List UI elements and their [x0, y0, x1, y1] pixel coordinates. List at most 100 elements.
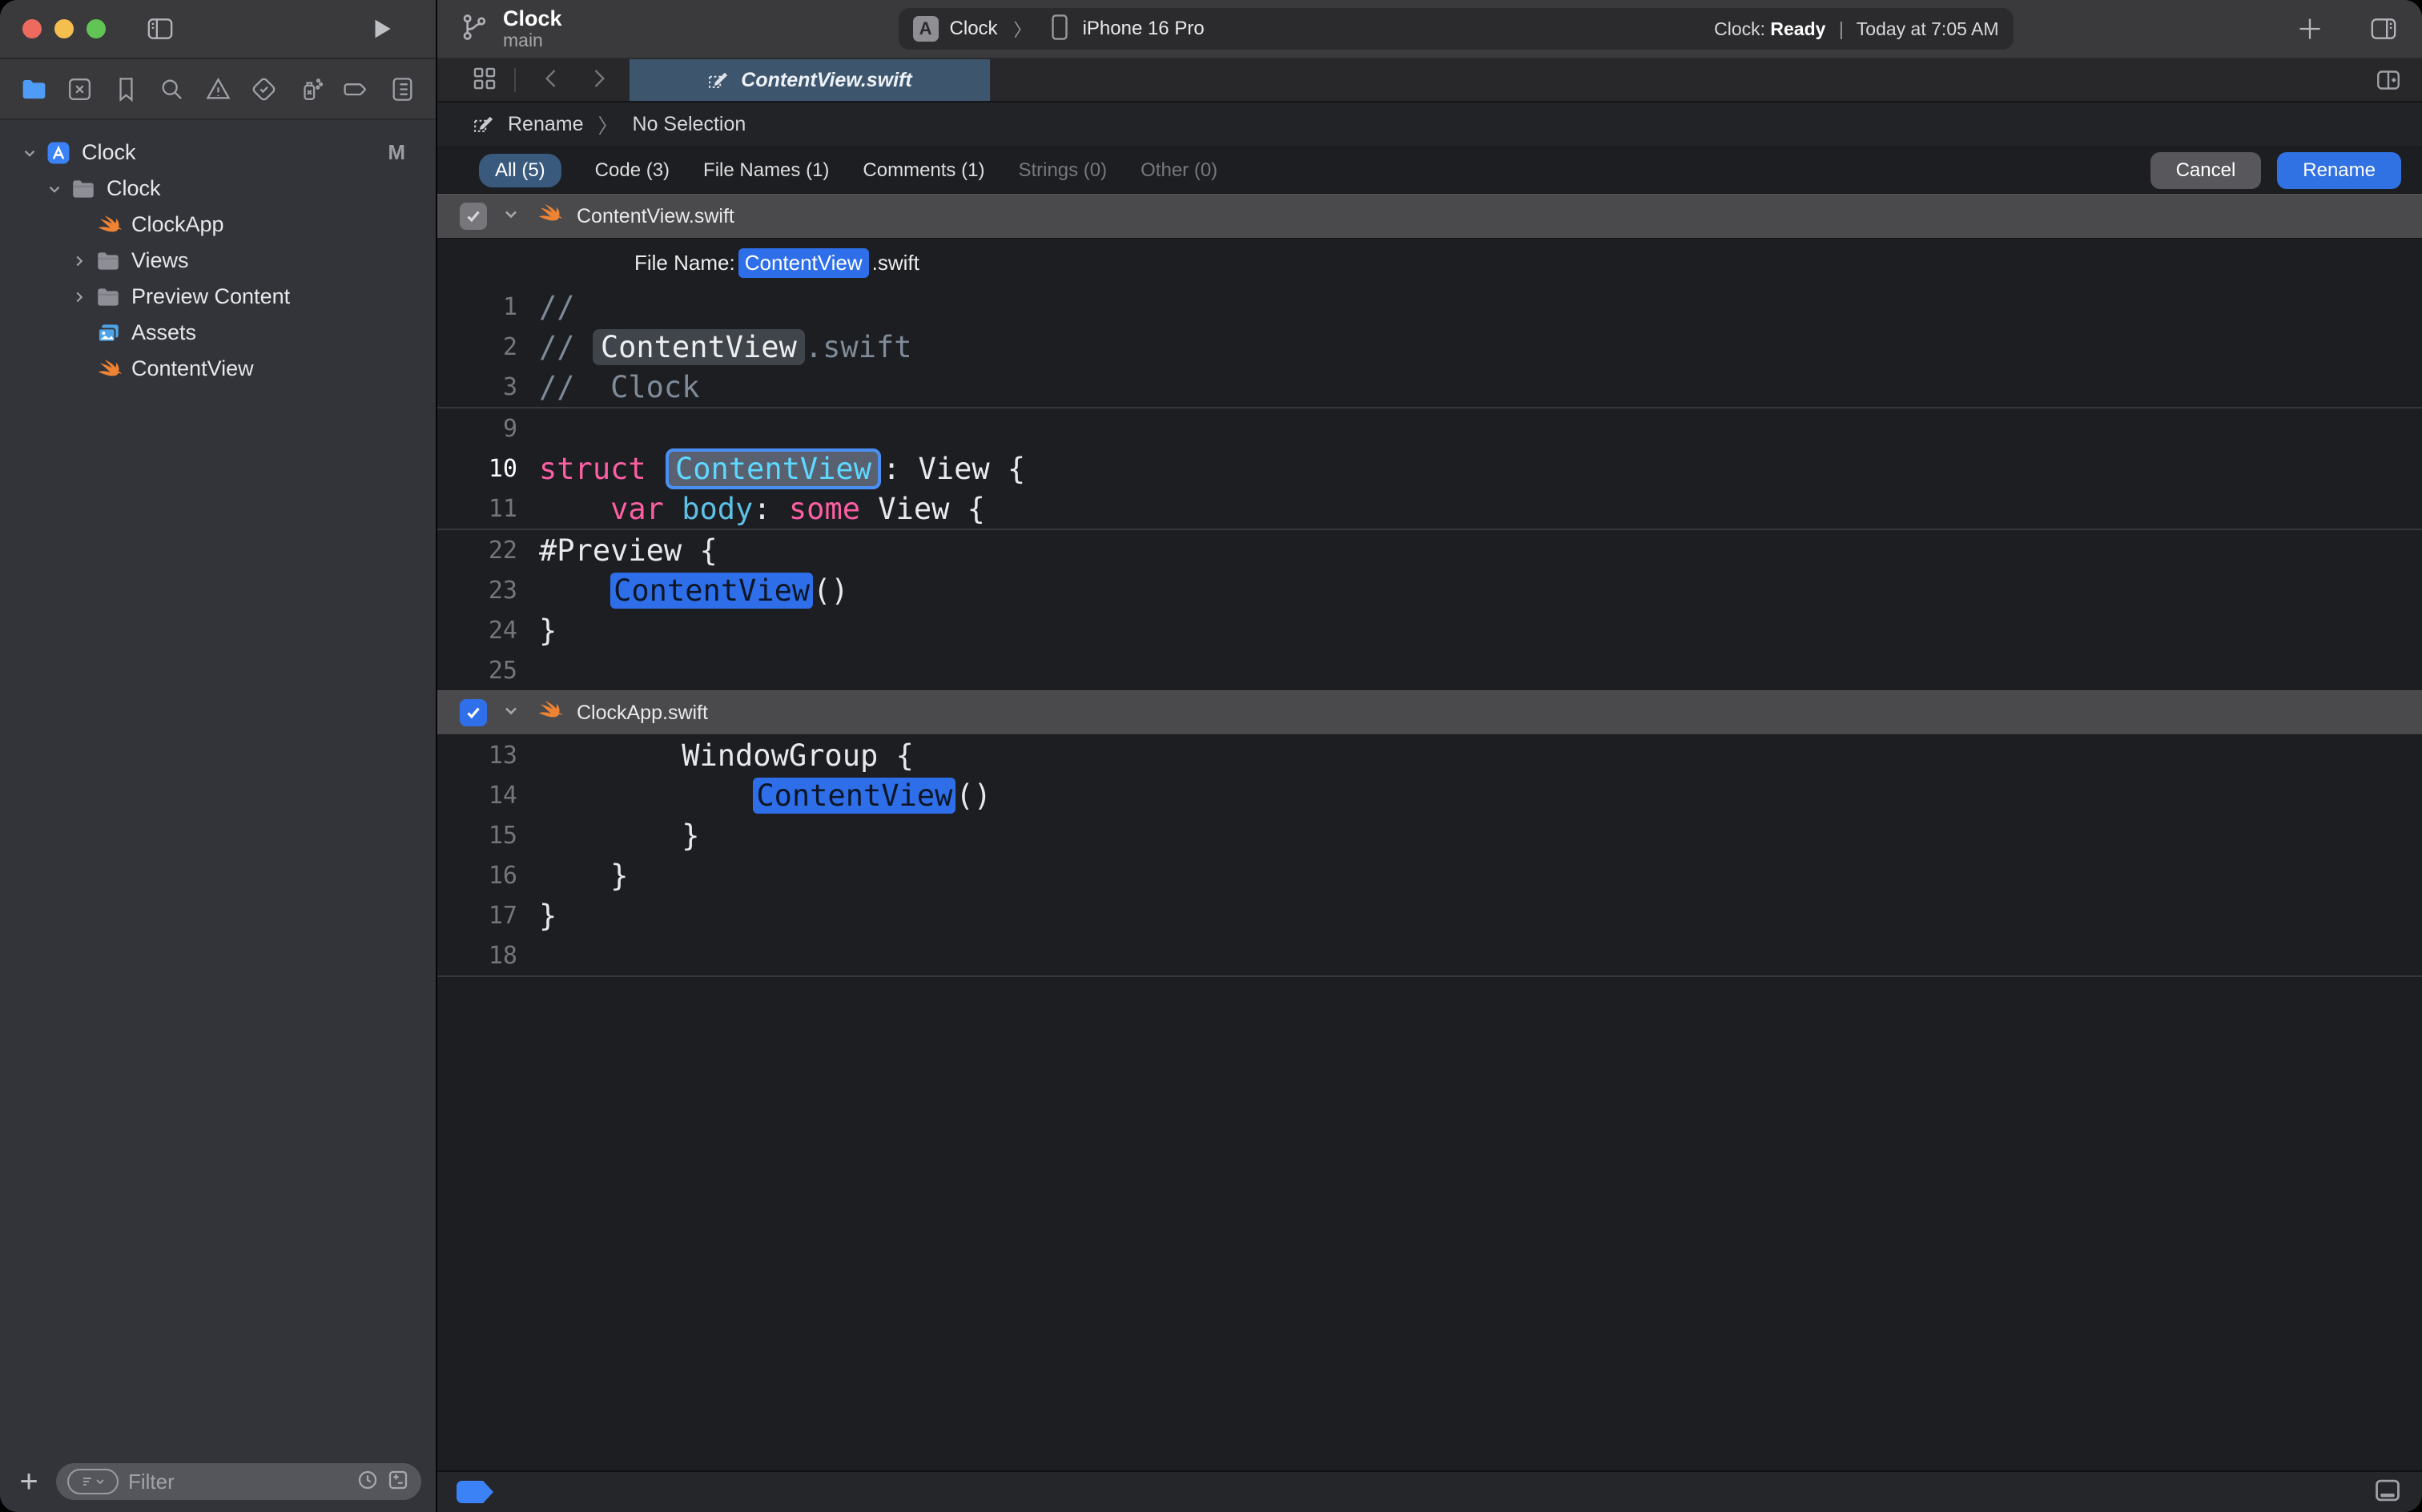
tree-item-contentview[interactable]: ContentView	[0, 351, 436, 387]
rename-occurrence[interactable]: ContentView	[753, 778, 956, 814]
code-line: 16 }	[437, 855, 2422, 895]
tree-item-preview-content[interactable]: Preview Content	[0, 279, 436, 315]
tree-item-clock[interactable]: ClockM	[0, 135, 436, 171]
line-number: 1	[437, 293, 517, 321]
filter-options-icon[interactable]	[67, 1469, 119, 1494]
include-file-checkbox[interactable]	[460, 699, 487, 726]
inspector-toggle-icon[interactable]	[2366, 11, 2401, 46]
tree-item-label: Assets	[131, 320, 196, 345]
file-name-highlight[interactable]: ContentView	[738, 248, 869, 278]
status-state: Ready	[1770, 18, 1825, 39]
rename-occurrence[interactable]: ContentView	[593, 329, 805, 365]
tree-item-label: Clock	[107, 176, 161, 201]
scope-file[interactable]: File Names (1)	[703, 154, 829, 187]
run-button[interactable]	[364, 11, 399, 46]
chevron-right-icon[interactable]	[69, 252, 90, 270]
add-item-button[interactable]: +	[14, 1466, 43, 1498]
code-text: #Preview {	[517, 533, 718, 568]
file-section-header[interactable]: ClockApp.swift	[437, 690, 2422, 735]
editor-overview-icon[interactable]	[471, 65, 498, 96]
code-text: }	[517, 859, 628, 893]
scope-comments[interactable]: Comments (1)	[863, 154, 984, 187]
jump-bar-context[interactable]: No Selection	[633, 113, 746, 136]
minimize-window-button[interactable]	[54, 19, 74, 38]
chevron-down-icon[interactable]	[44, 180, 65, 198]
status-app: Clock:	[1714, 18, 1765, 39]
rename-field[interactable]: ContentView	[666, 448, 881, 489]
filter-field[interactable]: Filter	[56, 1463, 421, 1500]
rename-button[interactable]: Rename	[2277, 152, 2401, 189]
line-number: 22	[437, 537, 517, 565]
code-text: ContentView()	[517, 778, 992, 813]
cancel-button[interactable]: Cancel	[2150, 152, 2262, 189]
project-title-block[interactable]: Clock main	[503, 7, 562, 51]
project-navigator-icon[interactable]	[16, 71, 51, 107]
bookmarks-navigator-icon[interactable]	[108, 71, 143, 107]
assets-icon	[95, 320, 122, 347]
back-chevron-icon[interactable]	[532, 65, 572, 96]
code-line: 1//	[437, 287, 2422, 327]
line-number: 11	[437, 495, 517, 523]
tab-tools-divider	[514, 68, 516, 92]
file-section-header[interactable]: ContentView.swift	[437, 194, 2422, 239]
code-text: ContentView()	[517, 573, 849, 608]
rename-occurrence[interactable]: ContentView	[610, 573, 813, 609]
code-text: WindowGroup {	[517, 738, 914, 773]
swift-file-icon	[535, 697, 562, 730]
scheme-chevron: 〉	[1014, 16, 1032, 42]
line-number: 15	[437, 822, 517, 850]
tree-item-clock[interactable]: Clock	[0, 171, 436, 207]
collapse-chevron-icon[interactable]	[501, 701, 521, 726]
breakpoint-toggle-icon[interactable]	[457, 1481, 493, 1503]
reports-navigator-icon[interactable]	[384, 71, 420, 107]
tree-item-views[interactable]: Views	[0, 243, 436, 279]
include-file-checkbox[interactable]	[460, 203, 487, 230]
tree-item-assets[interactable]: Assets	[0, 315, 436, 351]
sidebar-bottom-bar: + Filter	[0, 1458, 436, 1512]
source-control-navigator-icon[interactable]	[62, 71, 98, 107]
jump-bar: Rename 〉 No Selection	[437, 103, 2422, 147]
breakpoints-navigator-icon[interactable]	[339, 71, 374, 107]
code-text: //	[517, 290, 575, 324]
chevron-right-icon[interactable]	[69, 288, 90, 306]
jump-bar-chevron: 〉	[598, 111, 618, 139]
close-window-button[interactable]	[22, 19, 42, 38]
tree-item-clockapp[interactable]: ClockApp	[0, 207, 436, 243]
recents-clock-icon[interactable]	[356, 1468, 380, 1496]
jump-bar-tool[interactable]: Rename	[508, 113, 584, 136]
forward-chevron-icon[interactable]	[578, 65, 618, 96]
swift-file-icon	[535, 200, 562, 233]
code-line: 13 WindowGroup {	[437, 735, 2422, 775]
sidebar-toggle-icon[interactable]	[143, 11, 178, 46]
tree-item-label: Views	[131, 248, 189, 273]
code-line: 22#Preview {	[437, 530, 2422, 570]
scheme-selector[interactable]: A Clock 〉 iPhone 16 Pro	[913, 14, 1205, 45]
code-text: }	[517, 899, 557, 933]
scope-other[interactable]: Other (0)	[1141, 154, 1217, 187]
swift-icon	[95, 356, 122, 383]
line-number: 2	[437, 333, 517, 361]
scope-strings[interactable]: Strings (0)	[1018, 154, 1107, 187]
tab-contentview-swift[interactable]: ContentView.swift	[630, 59, 990, 101]
code-text: }	[517, 613, 557, 648]
activity-status: Clock: Ready | Today at 7:05 AM	[1714, 18, 1998, 40]
scope-code[interactable]: Code (3)	[595, 154, 670, 187]
library-plus-icon[interactable]	[2292, 11, 2327, 46]
scope-all[interactable]: All (5)	[479, 154, 561, 187]
run-destination[interactable]: iPhone 16 Pro	[1083, 18, 1205, 40]
chevron-down-icon[interactable]	[19, 144, 40, 162]
code-line: 23 ContentView()	[437, 570, 2422, 610]
line-number: 13	[437, 742, 517, 770]
bottom-bar-toggle-icon[interactable]	[2372, 1475, 2403, 1510]
collapse-chevron-icon[interactable]	[501, 204, 521, 229]
issues-navigator-icon[interactable]	[200, 71, 235, 107]
code-text: // ContentView.swift	[517, 330, 912, 364]
split-editor-icon[interactable]	[2374, 59, 2422, 101]
zoom-window-button[interactable]	[86, 19, 106, 38]
find-navigator-icon[interactable]	[155, 71, 190, 107]
add-remove-icon[interactable]	[386, 1468, 410, 1496]
debug-navigator-icon[interactable]	[292, 71, 328, 107]
tests-navigator-icon[interactable]	[247, 71, 282, 107]
branch-name: main	[503, 30, 562, 50]
code-text: var body: some View {	[517, 492, 985, 526]
